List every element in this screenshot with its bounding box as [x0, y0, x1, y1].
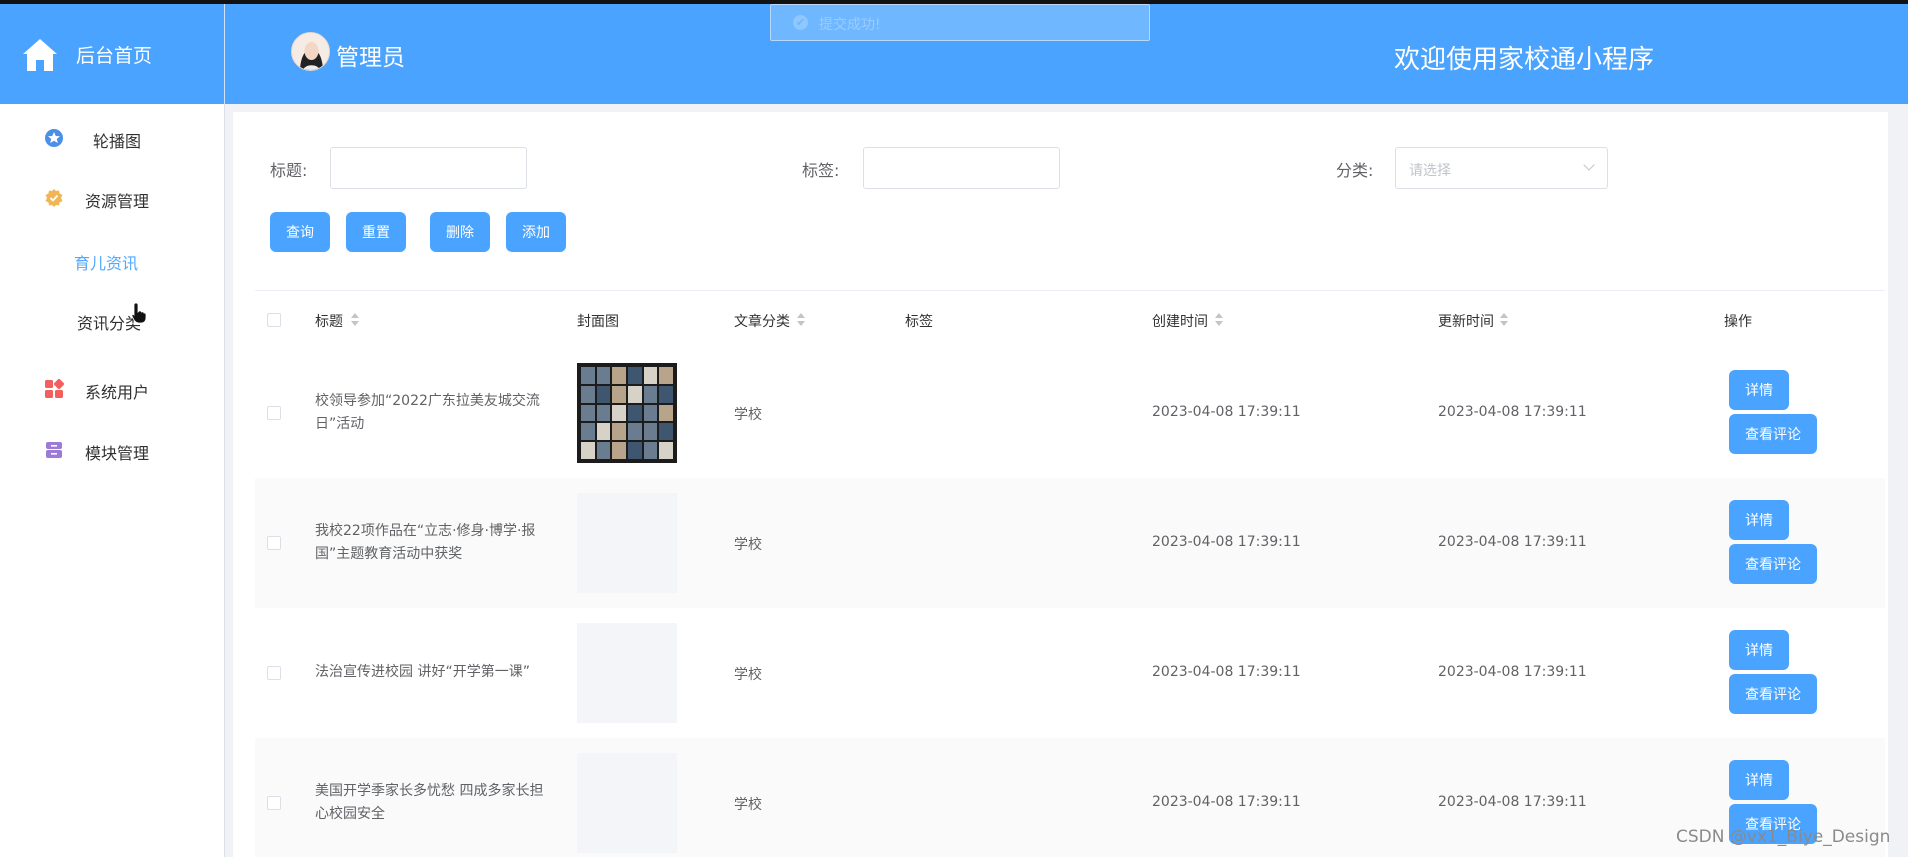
- home-link[interactable]: 后台首页: [0, 4, 225, 104]
- title-filter-label: 标题:: [270, 161, 308, 180]
- column-header-actions: 操作: [1724, 314, 1752, 330]
- header-bar: 后台首页 管理员 ✔ 提交成功! 欢迎使用家校通小程序: [0, 4, 1908, 104]
- row-created: 2023-04-08 17:39:11: [1152, 534, 1301, 550]
- detail-button[interactable]: 详情: [1729, 630, 1789, 670]
- sidebar-item-system-users[interactable]: 系统用户: [0, 369, 225, 409]
- detail-button[interactable]: 详情: [1729, 500, 1789, 540]
- avatar[interactable]: [291, 32, 330, 71]
- row-title: 校领导参加“2022广东拉美友城交流日”活动: [315, 393, 540, 432]
- delete-button[interactable]: 删除: [430, 212, 490, 252]
- sidebar-item-modules[interactable]: 模块管理: [0, 430, 225, 470]
- view-comments-button[interactable]: 查看评论: [1729, 544, 1817, 584]
- column-header-updated[interactable]: 更新时间: [1438, 311, 1494, 331]
- sidebar-item-carousel[interactable]: 轮播图: [0, 118, 225, 158]
- tag-filter-input[interactable]: [863, 147, 1060, 189]
- column-header-category[interactable]: 文章分类: [734, 311, 790, 331]
- archive-icon: [46, 442, 62, 458]
- mouse-cursor-icon: [131, 302, 147, 324]
- admin-name[interactable]: 管理员: [336, 38, 405, 72]
- reset-button[interactable]: 重置: [346, 212, 406, 252]
- sidebar-item-label: 育儿资讯: [74, 254, 139, 273]
- category-filter-label: 分类:: [1336, 161, 1374, 180]
- row-title: 美国开学季家长多忧愁 四成多家长担心校园安全: [315, 783, 544, 822]
- watermark: CSDN @vx1_Biye_Design: [1676, 827, 1891, 847]
- avatar-image: [292, 33, 329, 70]
- category-select[interactable]: 请选择: [1395, 147, 1608, 189]
- table-row: 校领导参加“2022广东拉美友城交流日”活动 学校 2023-04-08 17:…: [255, 348, 1885, 478]
- row-checkbox[interactable]: [267, 796, 281, 810]
- detail-button[interactable]: 详情: [1729, 760, 1789, 800]
- row-category: 学校: [734, 407, 762, 423]
- cover-image-collage: [581, 367, 673, 459]
- success-toast: ✔ 提交成功!: [770, 4, 1150, 41]
- detail-button[interactable]: 详情: [1729, 370, 1789, 410]
- row-updated: 2023-04-08 17:39:11: [1438, 534, 1587, 550]
- cover-image-placeholder: [577, 493, 677, 593]
- sidebar-item-label: 模块管理: [85, 444, 150, 463]
- select-all-checkbox[interactable]: [267, 313, 281, 327]
- row-created: 2023-04-08 17:39:11: [1152, 794, 1301, 810]
- row-category: 学校: [734, 797, 762, 813]
- sidebar-item-parenting-news[interactable]: 育儿资讯: [0, 240, 225, 280]
- row-created: 2023-04-08 17:39:11: [1152, 664, 1301, 680]
- star-badge-icon: [45, 129, 63, 147]
- sidebar-item-label: 资源管理: [85, 192, 150, 211]
- cover-image: [577, 363, 677, 463]
- add-button[interactable]: 添加: [506, 212, 566, 252]
- view-comments-button[interactable]: 查看评论: [1729, 674, 1817, 714]
- row-checkbox[interactable]: [267, 536, 281, 550]
- table-row: 美国开学季家长多忧愁 四成多家长担心校园安全 学校 2023-04-08 17:…: [255, 738, 1885, 857]
- table-header: 标题 封面图 文章分类 标签 创建时间 更新时间 操作: [255, 290, 1885, 348]
- tag-filter-label: 标签:: [802, 161, 840, 180]
- main-content: 标题: 标签: 分类: 请选择 查询 重置 删除 添加 标题 封面图 文章分类 …: [233, 112, 1888, 857]
- home-icon: [23, 39, 57, 71]
- row-category: 学校: [734, 537, 762, 553]
- view-comments-button[interactable]: 查看评论: [1729, 414, 1817, 454]
- title-filter-input[interactable]: [330, 147, 527, 189]
- column-header-cover: 封面图: [577, 314, 619, 330]
- column-header-created[interactable]: 创建时间: [1152, 311, 1208, 331]
- row-checkbox[interactable]: [267, 666, 281, 680]
- category-select-placeholder: 请选择: [1409, 163, 1451, 179]
- row-created: 2023-04-08 17:39:11: [1152, 404, 1301, 420]
- query-button[interactable]: 查询: [270, 212, 330, 252]
- gear-badge-icon: [45, 189, 63, 207]
- chevron-down-icon: [1583, 159, 1595, 171]
- row-title: 法治宣传进校园 讲好“开学第一课”: [315, 664, 530, 680]
- table-row: 我校22项作品在“立志·修身·博学·报国”主题教育活动中获奖 学校 2023-0…: [255, 478, 1885, 608]
- row-checkbox[interactable]: [267, 406, 281, 420]
- grid-icon: [45, 379, 64, 398]
- cover-image-placeholder: [577, 623, 677, 723]
- row-updated: 2023-04-08 17:39:11: [1438, 794, 1587, 810]
- sidebar: 轮播图 资源管理 育儿资讯 资讯分类 系统用户 模块管理: [0, 104, 225, 857]
- column-header-tag: 标签: [905, 314, 933, 330]
- row-category: 学校: [734, 667, 762, 683]
- home-label: 后台首页: [76, 45, 153, 67]
- cover-image-placeholder: [577, 753, 677, 853]
- sidebar-item-resources[interactable]: 资源管理: [0, 178, 225, 218]
- sort-category-icon[interactable]: [797, 312, 805, 328]
- sort-created-icon[interactable]: [1215, 312, 1223, 328]
- sort-updated-icon[interactable]: [1500, 312, 1508, 328]
- sort-title-icon[interactable]: [351, 312, 359, 328]
- sidebar-item-label: 轮播图: [93, 132, 142, 151]
- check-circle-icon: ✔: [793, 15, 808, 30]
- welcome-title: 欢迎使用家校通小程序: [1394, 45, 1655, 75]
- row-updated: 2023-04-08 17:39:11: [1438, 404, 1587, 420]
- row-updated: 2023-04-08 17:39:11: [1438, 664, 1587, 680]
- sidebar-item-news-category[interactable]: 资讯分类: [0, 300, 225, 340]
- column-header-title[interactable]: 标题: [315, 311, 343, 331]
- sidebar-item-label: 系统用户: [85, 383, 150, 402]
- row-title: 我校22项作品在“立志·修身·博学·报国”主题教育活动中获奖: [315, 523, 536, 562]
- table-row: 法治宣传进校园 讲好“开学第一课” 学校 2023-04-08 17:39:11…: [255, 608, 1885, 738]
- toast-text: 提交成功!: [819, 17, 881, 33]
